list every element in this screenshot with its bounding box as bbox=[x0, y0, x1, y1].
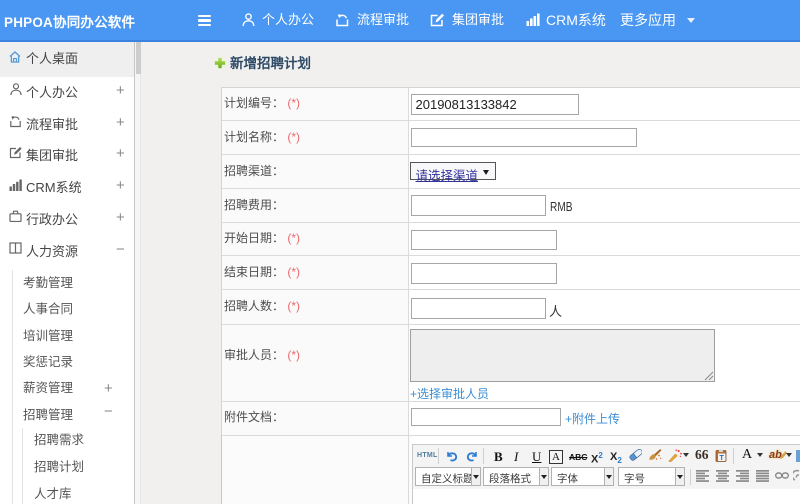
svg-text:T: T bbox=[720, 455, 725, 462]
